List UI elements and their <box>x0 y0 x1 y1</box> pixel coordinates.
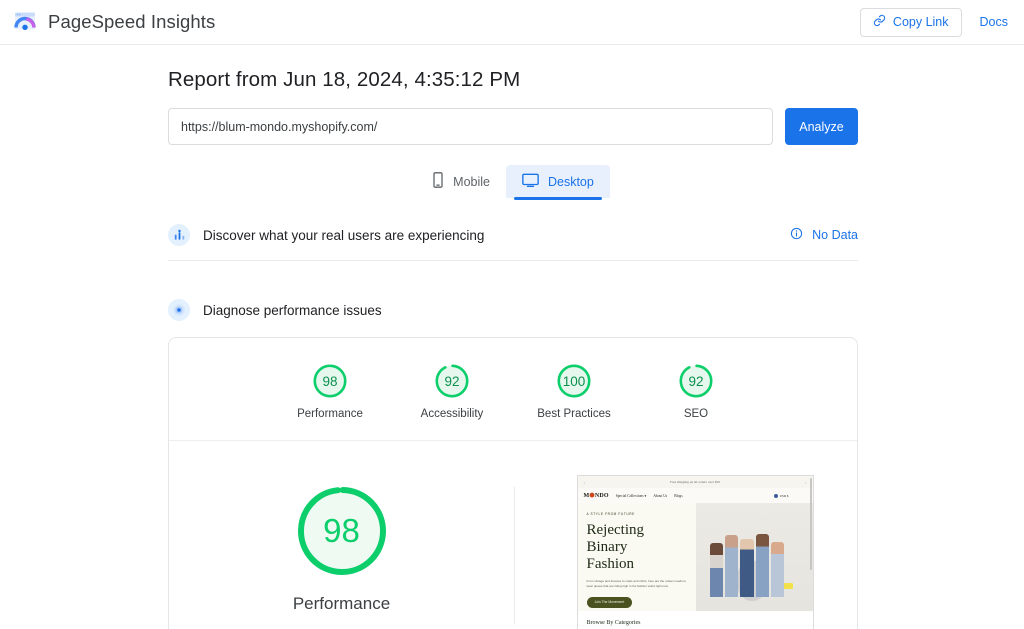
tab-mobile-label: Mobile <box>453 174 490 189</box>
nav-right-group: USD $ <box>773 493 807 507</box>
announcement-text: Free shipping on all orders over $50 <box>670 480 720 484</box>
nav-item-about: About Us <box>653 493 668 498</box>
next-arrow-icon: › <box>805 479 807 485</box>
gauge-value: 100 <box>562 373 586 389</box>
gauge-ring: 98 <box>311 362 349 400</box>
page-screenshot-thumbnail[interactable]: ‹ Free shipping on all orders over $50 ›… <box>576 475 814 629</box>
pagespeed-gauge-icon <box>12 10 38 34</box>
thumbnail-browse-section: Browse By Categories <box>577 611 813 629</box>
brand-name: PageSpeed Insights <box>48 11 216 32</box>
copy-link-label: Copy Link <box>892 15 949 29</box>
search-icon <box>793 494 798 507</box>
gauge-label: Performance <box>297 408 363 420</box>
real-users-chart-icon <box>168 224 190 246</box>
field-data-title: Discover what your real users are experi… <box>203 227 485 243</box>
hero-eyebrow: A STYLE FROM FUTURE <box>586 512 635 516</box>
hero-headline: Rejecting Binary Fashion <box>586 522 644 572</box>
performance-big-value: 98 <box>323 512 360 549</box>
flag-icon <box>773 493 778 498</box>
gauge-label: Accessibility <box>420 408 484 420</box>
lab-data-title: Diagnose performance issues <box>203 302 382 318</box>
browse-heading: Browse By Categories <box>586 620 641 626</box>
thumbnail-hero: A STYLE FROM FUTURE Rejecting Binary Fas… <box>577 503 813 611</box>
url-input[interactable] <box>168 108 773 145</box>
hero-image <box>695 503 813 611</box>
copy-link-button[interactable]: Copy Link <box>859 7 962 37</box>
currency-label: USD $ <box>779 493 789 498</box>
performance-big-label: Performance <box>292 594 391 613</box>
gauge-label: SEO <box>683 408 709 420</box>
mobile-phone-icon <box>432 172 444 191</box>
gauge-label: Best Practices <box>537 408 611 420</box>
nav-item-collections: Special Collections ▾ <box>615 493 647 498</box>
header-actions: Copy Link Docs <box>859 7 1008 37</box>
url-form: Analyze <box>168 108 858 145</box>
page-body: Report from Jun 18, 2024, 4:35:12 PM Ana… <box>0 68 1024 629</box>
page-title: Report from Jun 18, 2024, 4:35:12 PM <box>168 68 521 91</box>
app-header: PageSpeed Insights Copy Link Docs <box>0 0 1024 45</box>
field-data-status: No Data <box>790 227 858 243</box>
currency-selector: USD $ <box>773 493 789 498</box>
gauge-value: 92 <box>688 373 704 389</box>
gauge-ring: 100 <box>555 362 593 400</box>
hero-cta-button: Join The Movement <box>586 596 633 608</box>
nav-item-blogs: Blogs <box>674 493 683 498</box>
docs-link[interactable]: Docs <box>980 15 1008 29</box>
no-data-label: No Data <box>812 228 858 242</box>
performance-summary: 98 Performance Values are estimated and … <box>169 475 514 629</box>
store-logo: M⬢NDO <box>583 493 609 499</box>
score-gauge-seo[interactable]: 92 SEO <box>654 362 739 420</box>
gauge-ring: 92 <box>433 362 471 400</box>
lab-data-section-header: Diagnose performance issues <box>168 299 858 321</box>
performance-big-gauge: 98 <box>294 483 390 579</box>
thumbnail-announcement-bar: ‹ Free shipping on all orders over $50 › <box>577 476 813 488</box>
tab-desktop-label: Desktop <box>547 174 594 189</box>
score-gauge-performance[interactable]: 98 Performance <box>288 362 373 420</box>
score-gauge-best-practices[interactable]: 100 Best Practices <box>532 362 617 420</box>
score-gauge-accessibility[interactable]: 92 Accessibility <box>410 362 495 420</box>
content-column: Report from Jun 18, 2024, 4:35:12 PM Ana… <box>168 68 858 629</box>
analyze-button[interactable]: Analyze <box>785 108 858 145</box>
gauge-value: 92 <box>444 373 460 389</box>
info-icon[interactable] <box>790 227 803 243</box>
tab-mobile[interactable]: Mobile <box>416 165 506 198</box>
gauge-value: 98 <box>322 373 338 389</box>
tab-desktop[interactable]: Desktop <box>505 165 610 200</box>
hero-text-block: A STYLE FROM FUTURE Rejecting Binary Fas… <box>578 503 696 611</box>
brand: PageSpeed Insights <box>12 10 215 34</box>
hero-body: From vintage and dresses to coats and sh… <box>586 579 687 589</box>
link-icon <box>873 14 886 30</box>
diagnose-target-icon <box>168 299 190 321</box>
desktop-monitor-icon <box>522 173 539 191</box>
score-gauges: 98 Performance 92 Accessibility 100 Best… <box>169 338 857 441</box>
page-screenshot-panel: ‹ Free shipping on all orders over $50 ›… <box>515 475 857 629</box>
device-tabs: Mobile Desktop <box>168 165 858 200</box>
results-card: 98 Performance 92 Accessibility 100 Best… <box>168 337 858 629</box>
thumbnail-navbar: M⬢NDO Special Collections ▾ About Us Blo… <box>577 488 813 507</box>
performance-detail: 98 Performance Values are estimated and … <box>169 441 857 629</box>
gauge-ring: 92 <box>677 362 715 400</box>
shopping-bag-icon <box>802 494 807 507</box>
thumbnail-scrollbar <box>809 478 812 570</box>
field-data-section-header: Discover what your real users are experi… <box>168 224 858 261</box>
